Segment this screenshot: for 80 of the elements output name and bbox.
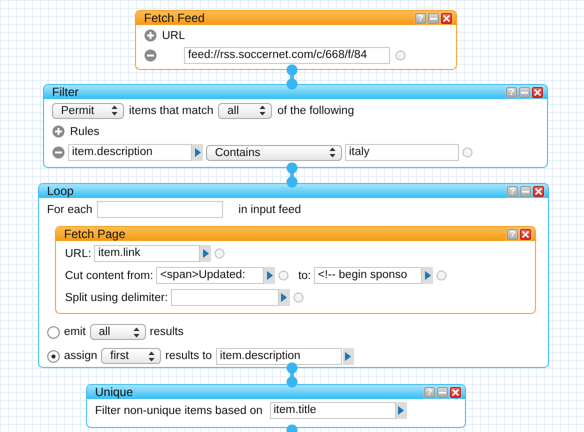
close-button[interactable] xyxy=(450,386,461,398)
terminal-icon[interactable] xyxy=(292,292,304,303)
field-label: Filter non-unique items based on xyxy=(95,404,262,416)
plus-icon[interactable] xyxy=(144,29,157,42)
minimize-button[interactable] xyxy=(520,186,531,196)
arrow-button[interactable] xyxy=(342,348,354,364)
updown-icon xyxy=(329,147,336,158)
field-label: results to xyxy=(165,350,212,362)
input-field[interactable]: item.link xyxy=(94,245,200,262)
play-icon xyxy=(398,406,404,415)
input-field[interactable]: italy xyxy=(345,144,459,161)
minus-icon[interactable] xyxy=(144,49,157,62)
updown-icon xyxy=(259,105,266,116)
option-label: emit xyxy=(64,326,86,338)
input-field[interactable] xyxy=(97,201,224,218)
minimize-button[interactable] xyxy=(519,86,530,98)
input-field[interactable]: item.description xyxy=(68,144,192,161)
play-icon xyxy=(194,148,200,157)
field-label: in input feed xyxy=(238,204,302,216)
arrow-button[interactable] xyxy=(396,402,406,419)
input-field[interactable] xyxy=(170,289,279,306)
terminal-icon[interactable] xyxy=(278,270,290,281)
terminal-icon[interactable] xyxy=(395,50,406,61)
close-icon xyxy=(534,88,541,96)
play-icon xyxy=(281,293,288,302)
terminal-icon[interactable] xyxy=(436,270,448,281)
field-label: items that match xyxy=(129,104,214,116)
arrow-button[interactable] xyxy=(200,245,212,262)
option-label: assign xyxy=(64,350,98,362)
dropdown[interactable]: all xyxy=(90,324,146,340)
arrow-button[interactable] xyxy=(264,267,276,284)
play-icon xyxy=(266,271,273,280)
input-field[interactable]: item.description xyxy=(216,348,342,364)
plus-icon[interactable] xyxy=(52,125,65,138)
arrow-button[interactable] xyxy=(278,289,290,306)
close-icon xyxy=(452,388,459,396)
close-icon xyxy=(535,188,542,194)
field-label: URL xyxy=(162,30,186,42)
close-icon xyxy=(443,14,450,22)
field-label: of the following xyxy=(277,104,354,116)
close-button[interactable] xyxy=(532,86,543,98)
updown-icon xyxy=(111,105,118,116)
field-label: to: xyxy=(298,270,312,282)
close-button[interactable] xyxy=(441,12,452,24)
close-icon xyxy=(522,230,529,238)
dropdown[interactable]: all xyxy=(218,102,272,118)
play-icon xyxy=(424,271,431,280)
field-label: URL: xyxy=(65,248,92,260)
dropdown[interactable]: Permit xyxy=(52,102,124,118)
field-label: results xyxy=(150,326,184,338)
module-title: Filter xyxy=(52,85,79,99)
radio-button[interactable] xyxy=(47,326,60,338)
updown-icon xyxy=(148,350,156,362)
field-label: Split using delimiter: xyxy=(65,292,168,304)
dropdown[interactable]: first xyxy=(101,348,162,364)
terminal-icon[interactable] xyxy=(462,147,473,158)
updown-icon xyxy=(132,326,140,338)
field-label: Cut content from: xyxy=(65,270,154,282)
close-button[interactable] xyxy=(533,186,544,196)
module-title: Fetch Page xyxy=(64,227,126,241)
arrow-button[interactable] xyxy=(422,267,434,284)
input-field[interactable]: item.title xyxy=(270,402,396,419)
play-icon xyxy=(345,352,352,360)
module-title: Unique xyxy=(95,385,134,399)
arrow-button[interactable] xyxy=(192,144,203,161)
close-button[interactable] xyxy=(520,228,531,240)
dropdown[interactable]: Contains xyxy=(206,144,342,160)
minus-icon[interactable] xyxy=(52,146,65,159)
terminal-icon[interactable] xyxy=(214,248,226,259)
module-title: Loop xyxy=(47,184,74,198)
module-title: Fetch Feed xyxy=(144,11,205,25)
field-label: For each xyxy=(47,204,92,216)
minimize-button[interactable] xyxy=(437,386,448,398)
minimize-button[interactable] xyxy=(428,12,439,24)
play-icon xyxy=(202,249,209,258)
input-field[interactable]: <span>Updated: xyxy=(156,267,264,284)
input-field[interactable]: feed://rss.soccernet.com/c/668/f/84 xyxy=(184,47,390,64)
field-label: Rules xyxy=(70,126,100,138)
radio-button[interactable] xyxy=(47,350,60,362)
input-field[interactable]: <!-- begin sponso xyxy=(314,267,422,284)
